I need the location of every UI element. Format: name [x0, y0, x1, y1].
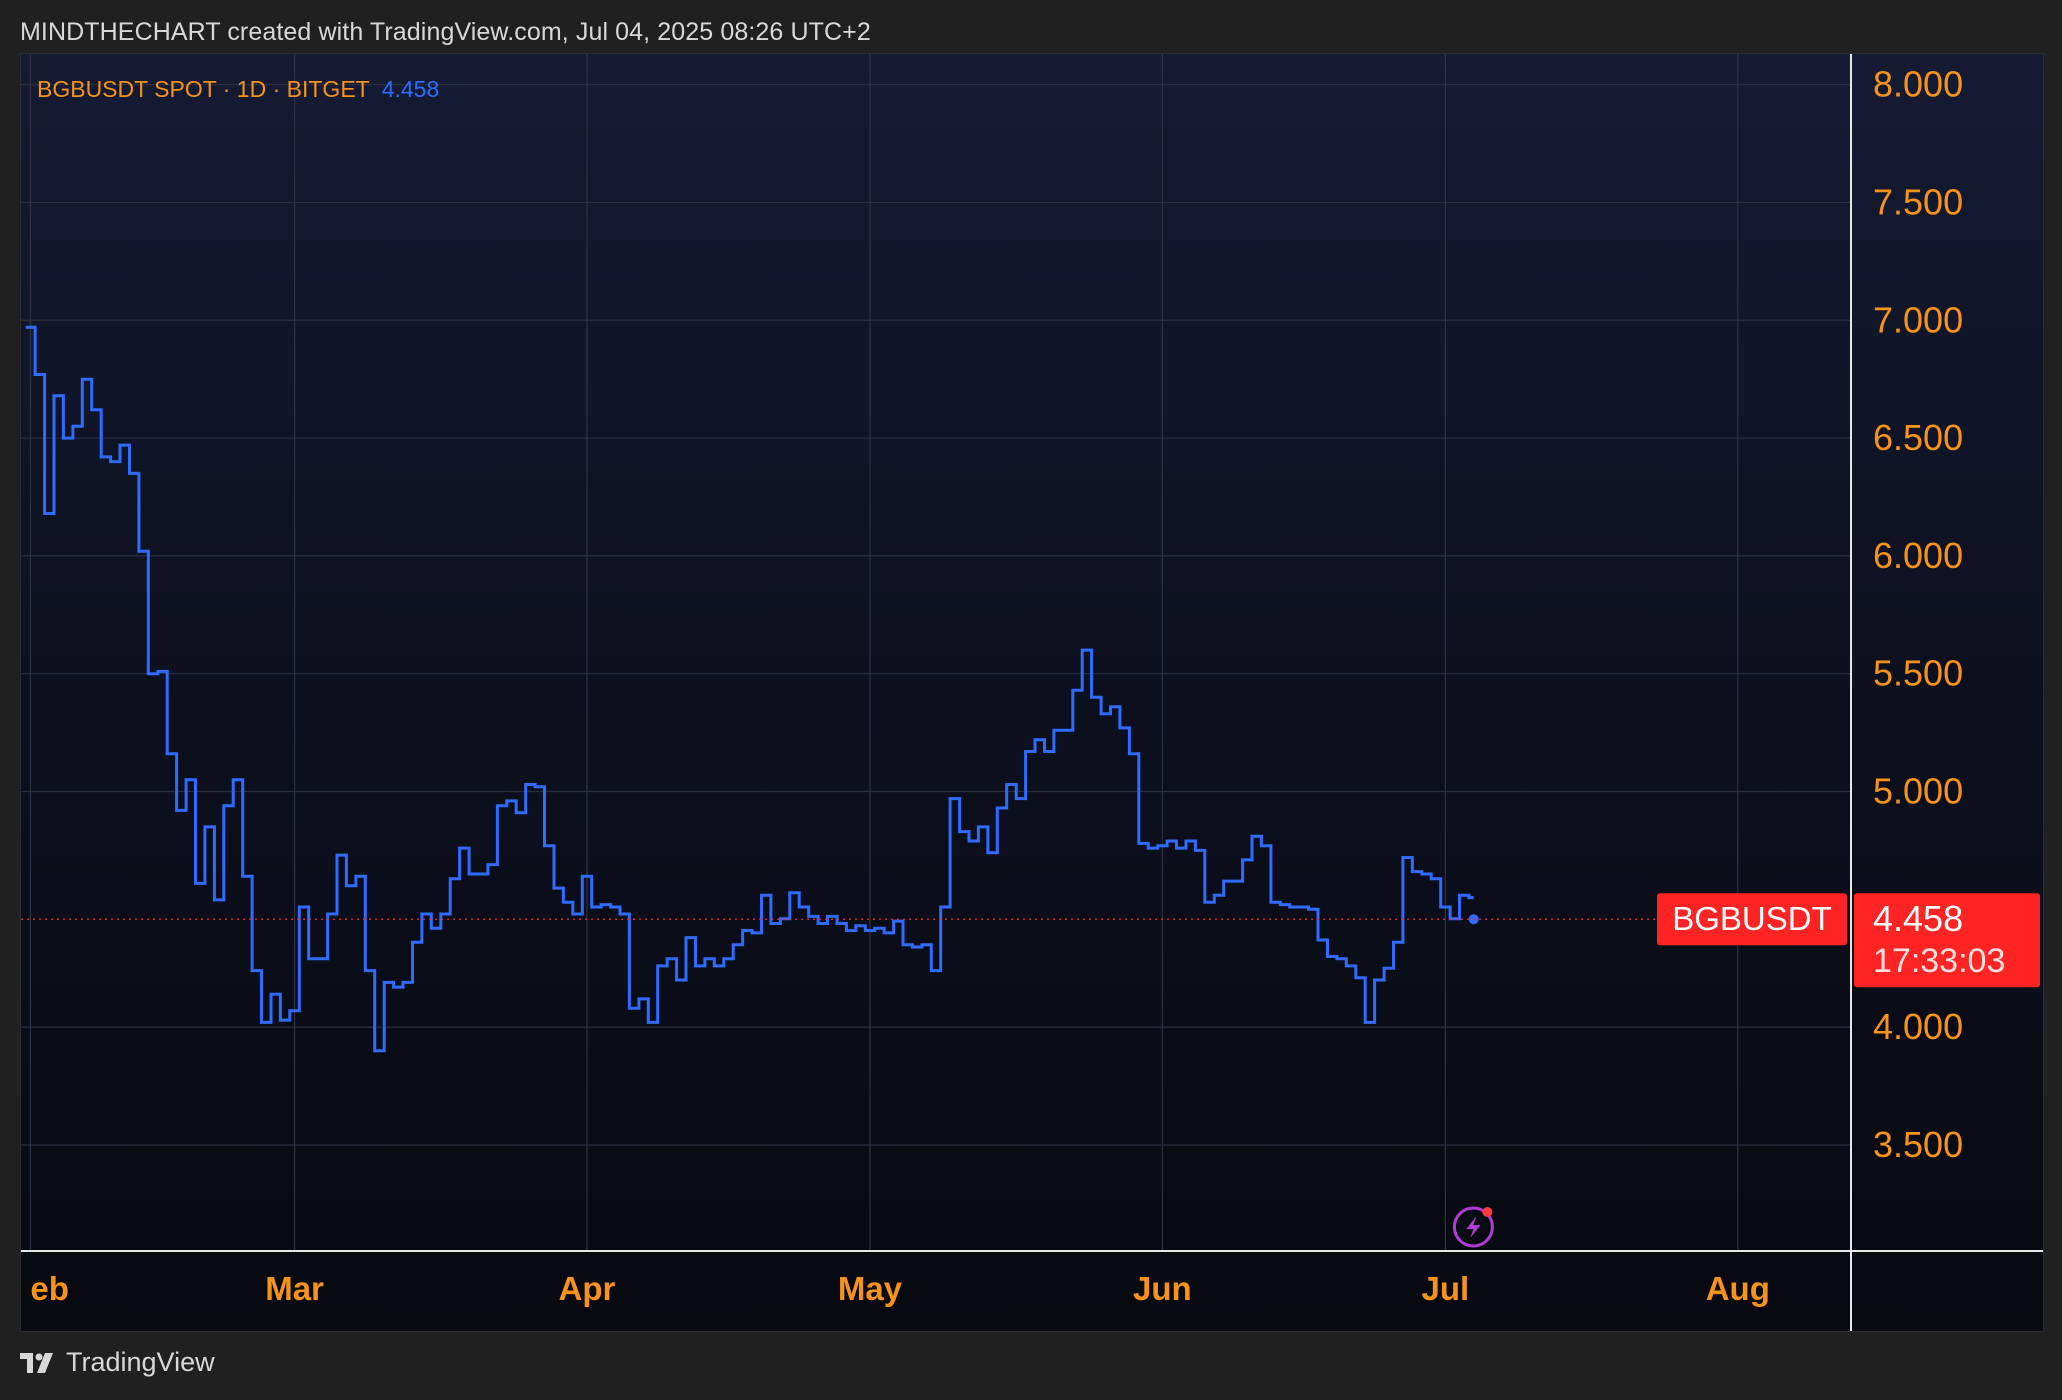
lightning-icon-bolt — [1466, 1216, 1481, 1238]
x-tick-label: Mar — [265, 1270, 324, 1307]
y-tick-label: 7.000 — [1873, 299, 1963, 340]
brand-name: TradingView — [66, 1347, 215, 1377]
y-tick-label: 6.500 — [1873, 417, 1963, 458]
legend-symbol: BGBUSDT SPOT · 1D · BITGET — [37, 76, 370, 102]
symbol-tag-label: BGBUSDT — [1672, 900, 1832, 937]
axes: 8.000 7.500 7.000 6.500 6.000 5.500 5.000 4.000… — [21, 54, 2043, 1331]
series-layer — [21, 325, 1851, 1248]
chart-grid — [21, 54, 1851, 1251]
x-tick-label: May — [838, 1270, 903, 1307]
notification-dot — [1482, 1207, 1493, 1217]
y-tick-label: 8.000 — [1873, 64, 1963, 105]
price-tag-value: 4.458 — [1873, 898, 1963, 939]
chart-legend[interactable]: BGBUSDT SPOT · 1D · BITGET 4.458 — [37, 76, 439, 103]
x-tick-label: Apr — [559, 1270, 616, 1307]
x-tick-label: Jun — [1133, 1270, 1192, 1307]
chart-attribution: MINDTHECHART created with TradingView.co… — [20, 18, 871, 46]
x-tick-label: Aug — [1706, 1270, 1770, 1307]
x-tick-label: eb — [30, 1270, 69, 1307]
y-tick-label: 4.000 — [1873, 1006, 1963, 1047]
y-tick-label: 7.500 — [1873, 181, 1963, 222]
chart-panel[interactable]: 8.000 7.500 7.000 6.500 6.000 5.500 5.000 4.000… — [20, 53, 2044, 1332]
price-tag-layer: BGBUSDT 4.45817:33:03 — [1657, 893, 2040, 988]
tradingview-logo-icon — [20, 1352, 53, 1373]
x-tick-label: Jul — [1422, 1270, 1470, 1307]
price-tag-countdown: 17:33:03 — [1873, 942, 2005, 980]
y-tick-label: 3.500 — [1873, 1124, 1963, 1165]
y-tick-label: 6.000 — [1873, 535, 1963, 576]
y-tick-label: 5.500 — [1873, 653, 1963, 694]
legend-last-price: 4.458 — [381, 76, 440, 102]
tradingview-brand[interactable]: TradingView — [20, 1347, 215, 1378]
price-chart[interactable]: 8.000 7.500 7.000 6.500 6.000 5.500 5.000 4.000… — [21, 54, 2043, 1331]
lightning-icon — [1452, 1206, 1494, 1248]
y-tick-label: 5.000 — [1873, 771, 1963, 812]
price-series-line — [25, 325, 1474, 1053]
